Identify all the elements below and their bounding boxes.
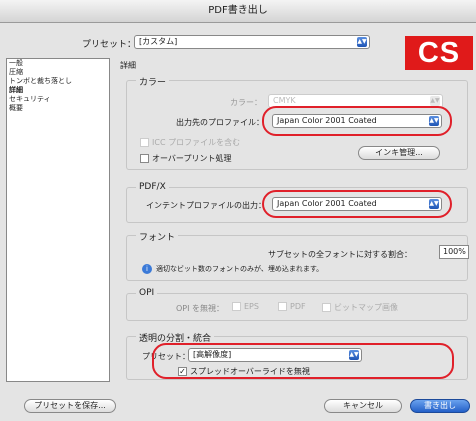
overprint-label: オーバープリント処理 (152, 154, 232, 163)
opi-eps-label: EPS (244, 302, 259, 311)
opi-bitmap-checkbox[interactable]: ビットマップ画像 (322, 302, 398, 313)
color-heading: カラー (136, 75, 170, 88)
checkbox-box (232, 302, 241, 311)
checkbox-box (278, 302, 287, 311)
opi-pdf-label: PDF (290, 302, 306, 311)
sidebar-item-compression[interactable]: 圧縮 (7, 68, 109, 77)
highlight-circle (262, 106, 452, 136)
sidebar-item-general[interactable]: 一般 (7, 59, 109, 68)
window-title: PDF書き出し (0, 0, 476, 23)
export-button[interactable]: 書き出し (410, 399, 470, 413)
opi-bitmap-label: ビットマップ画像 (334, 303, 398, 312)
opi-ignore-label: OPI を無視： (176, 304, 225, 313)
ink-manager-button[interactable]: インキ管理... (358, 146, 440, 160)
highlight-circle (262, 190, 452, 218)
opi-heading: OPI (136, 288, 158, 298)
icc-label: ICC プロファイルを含む (152, 138, 241, 147)
dest-profile-label: 出力先のプロファイル： (176, 118, 264, 127)
font-info-text: 適切なビット数のフォントのみが、埋め込まれます。 (156, 265, 324, 273)
preset-value: [カスタム] (139, 37, 178, 46)
pdfx-heading: PDF/X (136, 182, 169, 192)
cancel-button[interactable]: キャンセル (324, 399, 402, 413)
sidebar-item-security[interactable]: セキュリティ (7, 95, 109, 104)
preset-select[interactable]: [カスタム] ▲▼ (134, 35, 370, 49)
subset-label: サブセットの全フォントに対する割合： (268, 250, 412, 259)
info-icon: i (142, 264, 152, 274)
sidebar-item-marks-bleeds[interactable]: トンボと裁ち落とし (7, 77, 109, 86)
intent-profile-label: インテントプロファイルの出力： (146, 201, 266, 210)
icc-checkbox[interactable]: ICC プロファイルを含む (140, 137, 240, 148)
opi-eps-checkbox[interactable]: EPS (232, 302, 259, 311)
checkbox-box (140, 154, 149, 163)
overprint-checkbox[interactable]: オーバープリント処理 (140, 153, 231, 164)
save-preset-button[interactable]: プリセットを保存... (24, 399, 116, 413)
subset-input[interactable]: 100% (439, 245, 469, 259)
color-label: カラー： (230, 98, 262, 107)
font-info: i 適切なビット数のフォントのみが、埋め込まれます。 (142, 264, 323, 274)
chevron-down-icon: ▲▼ (357, 37, 367, 47)
color-value: CMYK (273, 96, 296, 105)
highlight-circle (152, 343, 454, 379)
checkbox-box (322, 303, 331, 312)
preset-label: プリセット： (82, 40, 137, 50)
page-title: 詳細 (120, 61, 136, 70)
sidebar-item-summary[interactable]: 概要 (7, 104, 109, 113)
chevron-down-icon: ▲▼ (430, 96, 440, 106)
opi-pdf-checkbox[interactable]: PDF (278, 302, 306, 311)
category-sidebar: 一般 圧縮 トンボと裁ち落とし 詳細 セキュリティ 概要 (6, 58, 110, 382)
font-heading: フォント (136, 230, 179, 243)
sidebar-item-advanced[interactable]: 詳細 (7, 86, 109, 95)
checkbox-box (140, 138, 149, 147)
cs-badge: CS (405, 36, 473, 70)
